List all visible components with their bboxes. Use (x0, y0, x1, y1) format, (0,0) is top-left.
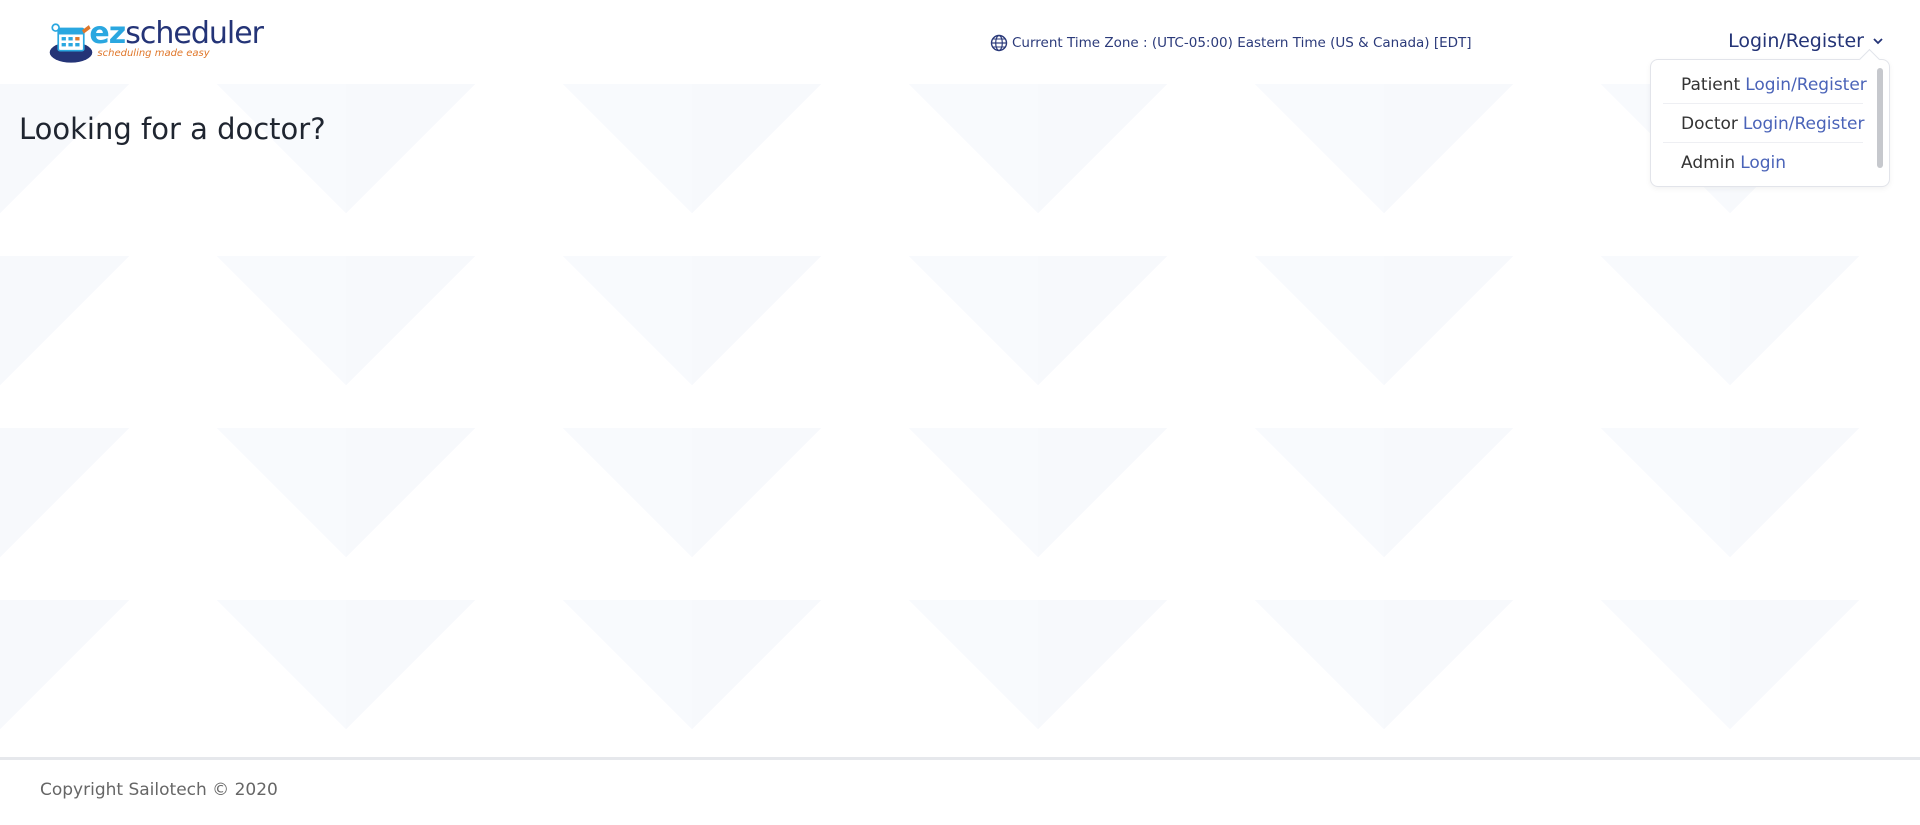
logo-scheduler-text: scheduler (125, 16, 264, 51)
page-heading: Looking for a doctor? (19, 112, 326, 146)
page-footer: Copyright Sailotech © 2020 (0, 757, 1920, 825)
dropdown-item-role: Admin (1681, 153, 1736, 173)
dropdown-item-link[interactable]: Login (1740, 153, 1786, 173)
timezone-text: Current Time Zone : (UTC-05:00) Eastern … (1012, 35, 1472, 51)
copyright-text: Copyright Sailotech © 2020 (40, 780, 278, 800)
top-header: ezscheduler scheduling made easy Current… (0, 0, 1920, 84)
dropdown-item-patient[interactable]: Patient Login/Register (1663, 66, 1867, 104)
login-dropdown-menu: Patient Login/Register Doctor Login/Regi… (1650, 59, 1890, 187)
globe-icon (990, 34, 1008, 52)
dropdown-item-doctor[interactable]: Doctor Login/Register (1663, 105, 1865, 143)
login-register-dropdown-toggle[interactable]: Login/Register (1728, 30, 1884, 52)
timezone-indicator: Current Time Zone : (UTC-05:00) Eastern … (990, 34, 1472, 52)
dropdown-item-role: Patient (1681, 74, 1741, 95)
login-register-label: Login/Register (1728, 30, 1864, 52)
dropdown-item-role: Doctor (1681, 113, 1738, 134)
chevron-down-icon (1873, 38, 1883, 45)
dropdown-item-admin[interactable]: Admin Login (1663, 144, 1863, 182)
dropdown-item-link[interactable]: Login/Register (1745, 75, 1867, 95)
background-pattern (0, 84, 1920, 756)
logo-wordmark: ezscheduler scheduling made easy (89, 16, 264, 60)
dropdown-item-link[interactable]: Login/Register (1743, 114, 1865, 134)
brand-logo[interactable]: ezscheduler scheduling made easy (48, 16, 264, 68)
logo-ez-text: ez (89, 16, 126, 51)
dropdown-scrollbar[interactable] (1877, 68, 1883, 168)
